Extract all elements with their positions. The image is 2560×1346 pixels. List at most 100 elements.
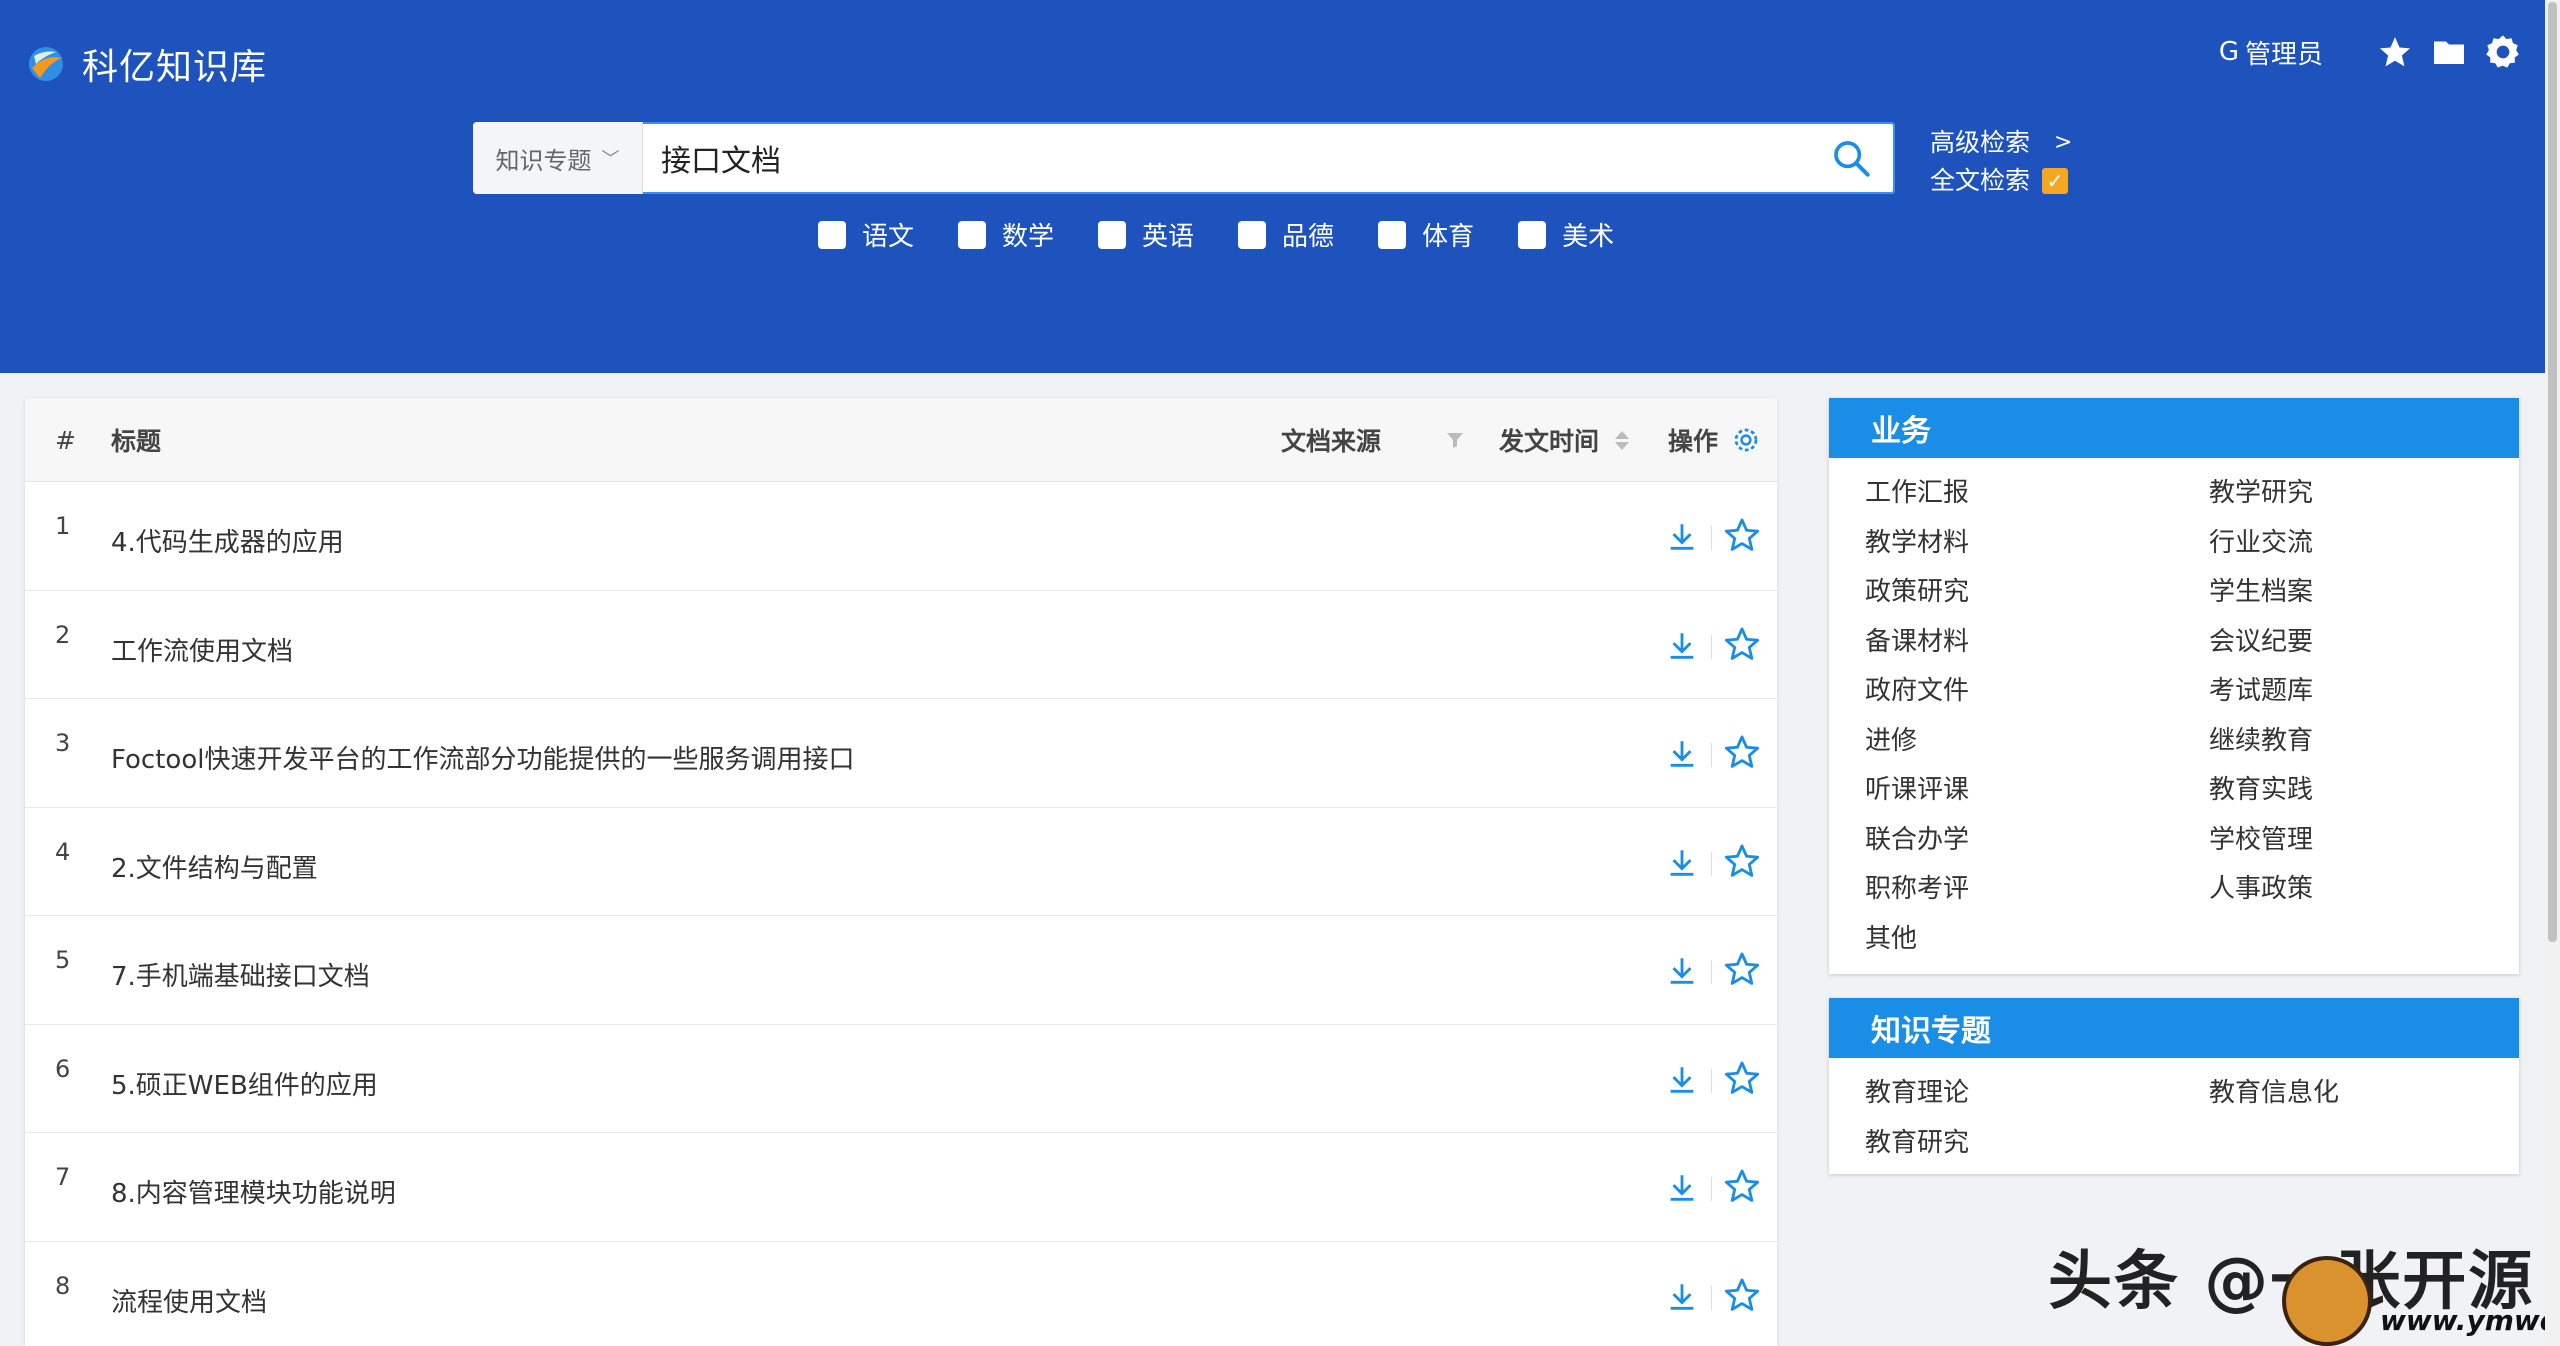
page-scrollbar[interactable] [2545, 0, 2560, 1346]
table-row[interactable]: 5 7.手机端基础接口文档 [25, 916, 1777, 1025]
star-icon[interactable] [1723, 950, 1761, 988]
star-icon[interactable] [1723, 516, 1761, 554]
download-icon[interactable] [1665, 1280, 1699, 1314]
row-title[interactable]: 8.内容管理模块功能说明 [111, 1173, 396, 1210]
business-list: 工作汇报 教学研究 教学材料 行业交流 政策研究 学生档案 备课材料 会议纪要 … [1829, 458, 2519, 961]
search-scope-label: 知识专题 [495, 146, 592, 175]
subject-filter[interactable]: 美术 [1518, 216, 1614, 253]
download-icon[interactable] [1665, 629, 1699, 663]
search-icon[interactable] [1831, 138, 1871, 178]
column-settings-icon[interactable] [1731, 398, 1761, 482]
subject-checkbox[interactable] [1518, 220, 1547, 249]
category-link[interactable]: 政策研究 [1865, 565, 2209, 615]
star-icon[interactable] [1723, 1276, 1761, 1314]
download-icon[interactable] [1665, 954, 1699, 988]
filter-icon[interactable] [1445, 398, 1465, 482]
category-link[interactable]: 继续教育 [2209, 714, 2553, 764]
download-icon[interactable] [1665, 1171, 1699, 1205]
category-link[interactable]: 工作汇报 [1865, 466, 2209, 516]
star-icon[interactable] [1723, 842, 1761, 880]
search-options: 高级检索 > 全文检索 ✓ [1930, 124, 2072, 200]
category-link[interactable]: 学生档案 [2209, 565, 2553, 615]
category-link[interactable]: 教学材料 [1865, 516, 2209, 566]
divider [1711, 1285, 1712, 1310]
fulltext-search-toggle[interactable]: 全文检索 ✓ [1930, 162, 2072, 200]
search-input[interactable] [661, 140, 1761, 176]
subject-filter[interactable]: 品德 [1238, 216, 1334, 253]
col-num: # [55, 425, 76, 455]
subject-checkbox[interactable] [1378, 220, 1407, 249]
row-title[interactable]: 流程使用文档 [111, 1282, 267, 1319]
app-logo[interactable]: 科亿知识库 [26, 38, 267, 90]
category-link[interactable]: 听课评课 [1865, 763, 2209, 813]
category-link[interactable]: 行业交流 [2209, 516, 2553, 566]
category-link[interactable]: 考试题库 [2209, 664, 2553, 714]
download-icon[interactable] [1665, 846, 1699, 880]
subject-checkbox[interactable] [958, 220, 987, 249]
star-icon[interactable] [1723, 1059, 1761, 1097]
settings-icon [2486, 35, 2519, 68]
fulltext-search-label: 全文检索 [1930, 166, 2031, 195]
subject-filter[interactable]: 英语 [1098, 216, 1194, 253]
row-title[interactable]: 工作流使用文档 [111, 631, 293, 668]
fulltext-checkbox[interactable]: ✓ [2042, 168, 2069, 194]
table-row[interactable]: 8 流程使用文档 [25, 1242, 1777, 1346]
user-menu[interactable]: G 管理员 [2219, 34, 2323, 71]
topic-link[interactable]: 教育研究 [1865, 1116, 2209, 1166]
logo-icon [29, 47, 63, 81]
settings-button[interactable] [2481, 30, 2525, 74]
row-number: 3 [55, 729, 71, 757]
row-title[interactable]: 5.硕正WEB组件的应用 [111, 1065, 378, 1102]
table-row[interactable]: 3 Foctool快速开发平台的工作流部分功能提供的一些服务调用接口 [25, 699, 1777, 808]
subject-label: 语文 [862, 222, 915, 252]
subject-label: 体育 [1422, 222, 1475, 252]
business-panel-title: 业务 [1829, 398, 2519, 458]
scrollbar-thumb[interactable] [2548, 2, 2557, 942]
table-row[interactable]: 7 8.内容管理模块功能说明 [25, 1133, 1777, 1242]
star-icon[interactable] [1723, 1167, 1761, 1205]
category-link[interactable]: 会议纪要 [2209, 615, 2553, 665]
divider [1711, 743, 1712, 767]
row-title[interactable]: 4.代码生成器的应用 [111, 522, 344, 559]
table-row[interactable]: 1 4.代码生成器的应用 [25, 482, 1777, 591]
topic-link[interactable]: 教育理论 [1865, 1066, 2209, 1116]
row-title[interactable]: 7.手机端基础接口文档 [111, 956, 370, 993]
subject-checkbox[interactable] [1098, 220, 1127, 249]
category-link[interactable]: 联合办学 [1865, 813, 2209, 863]
favorites-button[interactable] [2373, 30, 2417, 74]
sort-icon[interactable] [1615, 398, 1629, 482]
advanced-search-link[interactable]: 高级检索 > [1930, 124, 2072, 162]
row-title[interactable]: Foctool快速开发平台的工作流部分功能提供的一些服务调用接口 [111, 739, 854, 776]
subject-checkbox[interactable] [1238, 220, 1267, 249]
topic-panel: 知识专题 教育理论 教育信息化 教育研究 [1829, 998, 2519, 1174]
divider [1711, 634, 1712, 659]
category-link[interactable]: 职称考评 [1865, 862, 2209, 912]
chevron-down-icon: ﹀ [601, 149, 620, 170]
category-link[interactable]: 政府文件 [1865, 664, 2209, 714]
category-link[interactable]: 教学研究 [2209, 466, 2553, 516]
subject-filter[interactable]: 体育 [1378, 216, 1474, 253]
category-link[interactable]: 教育实践 [2209, 763, 2553, 813]
subject-checkbox[interactable] [818, 220, 846, 249]
category-link[interactable]: 其他 [1865, 912, 2209, 962]
table-row[interactable]: 4 2.文件结构与配置 [25, 808, 1777, 916]
table-row[interactable]: 2 工作流使用文档 [25, 591, 1777, 699]
search-scope-select[interactable]: 知识专题 ﹀ [473, 122, 643, 194]
download-icon[interactable] [1665, 1063, 1699, 1097]
category-link[interactable]: 备课材料 [1865, 615, 2209, 665]
star-icon[interactable] [1723, 733, 1761, 771]
download-icon[interactable] [1665, 520, 1699, 554]
category-link[interactable]: 进修 [1865, 714, 2209, 764]
star-icon[interactable] [1723, 625, 1761, 663]
subject-filter[interactable]: 数学 [958, 216, 1054, 253]
category-link[interactable]: 学校管理 [2209, 813, 2553, 863]
row-title[interactable]: 2.文件结构与配置 [111, 848, 318, 885]
download-icon[interactable] [1665, 737, 1699, 771]
category-link[interactable]: 人事政策 [2209, 862, 2553, 912]
subject-filter[interactable]: 语文 [818, 216, 914, 253]
topic-link[interactable]: 教育信息化 [2209, 1066, 2553, 1116]
topic-list: 教育理论 教育信息化 教育研究 [1829, 1058, 2519, 1165]
folder-button[interactable] [2427, 30, 2471, 74]
col-time[interactable]: 发文时间 [1499, 398, 1599, 482]
table-row[interactable]: 6 5.硕正WEB组件的应用 [25, 1025, 1777, 1133]
